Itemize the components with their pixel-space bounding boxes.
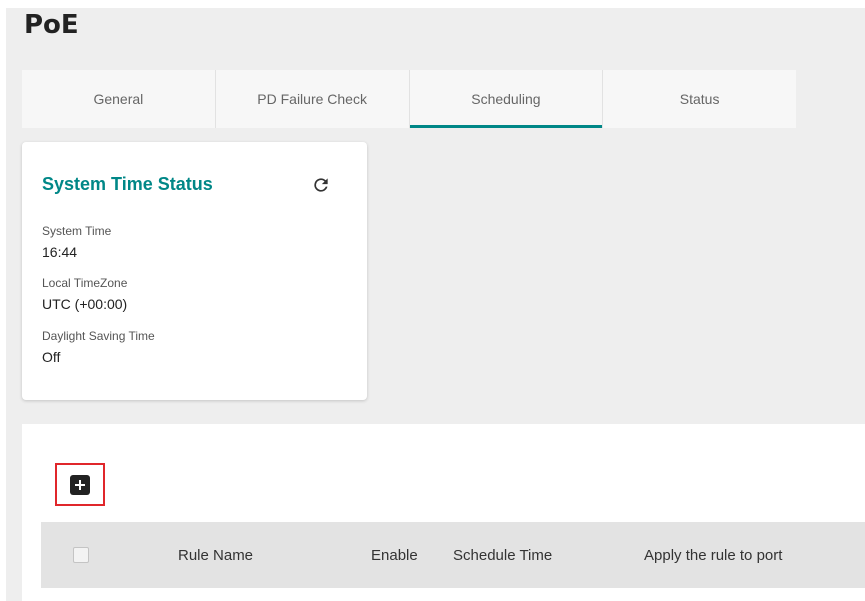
system-time-status-card: System Time Status System Time 16:44 Loc… xyxy=(22,142,367,400)
refresh-icon[interactable] xyxy=(308,172,334,198)
tab-scheduling[interactable]: Scheduling xyxy=(409,70,604,128)
select-all-checkbox[interactable] xyxy=(73,547,89,563)
column-rule-name[interactable]: Rule Name xyxy=(178,522,253,588)
system-time-value: 16:44 xyxy=(42,244,78,260)
dst-label: Daylight Saving Time xyxy=(42,329,155,343)
add-icon xyxy=(70,474,90,495)
timezone-label: Local TimeZone xyxy=(42,276,128,290)
column-schedule-time[interactable]: Schedule Time xyxy=(453,522,552,588)
tab-bar: General PD Failure Check Scheduling Stat… xyxy=(22,70,796,128)
page-title: PoE xyxy=(24,10,79,40)
system-time-label: System Time xyxy=(42,224,112,238)
tab-pd-failure-check[interactable]: PD Failure Check xyxy=(215,70,410,128)
column-apply-rule-to-port[interactable]: Apply the rule to port xyxy=(644,522,782,588)
card-title: System Time Status xyxy=(42,174,213,194)
dst-value: Off xyxy=(42,349,61,365)
timezone-value: UTC (+00:00) xyxy=(42,296,128,312)
tab-general[interactable]: General xyxy=(22,70,216,128)
rules-table-header: Rule Name Enable Schedule Time Apply the… xyxy=(41,522,865,588)
tab-status[interactable]: Status xyxy=(603,70,796,128)
column-enable[interactable]: Enable xyxy=(371,522,418,588)
add-rule-button[interactable] xyxy=(55,463,105,506)
